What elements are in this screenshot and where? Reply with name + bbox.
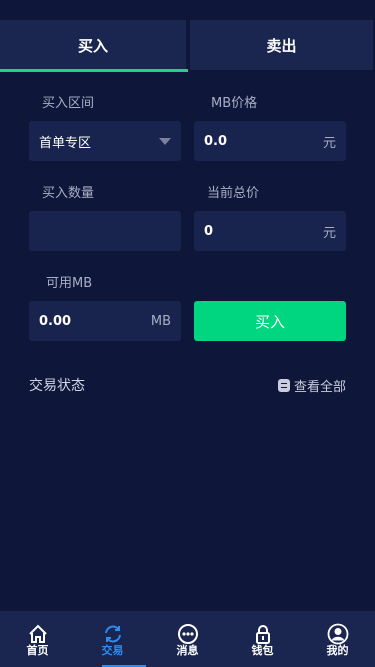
available-value: 0.00 [39, 313, 72, 329]
available-unit: MB [150, 313, 171, 329]
quantity-input[interactable] [29, 211, 181, 251]
nav-label-messages: 消息 [176, 644, 199, 657]
total-field: 0 元 [194, 211, 346, 251]
trade-status-title: 交易状态 [29, 378, 85, 394]
price-label: MB价格 [211, 96, 258, 111]
lock-icon [255, 625, 270, 644]
price-value: 0.0 [204, 133, 228, 149]
nav-label-wallet: 钱包 [251, 644, 274, 657]
total-unit: 元 [322, 225, 336, 241]
buy-button[interactable]: 买入 [194, 301, 346, 341]
document-icon [277, 379, 290, 392]
refresh-icon [104, 625, 121, 643]
available-field: 0.00 MB [29, 301, 181, 341]
nav-label-trade: 交易 [101, 644, 124, 657]
active-tab-indicator [0, 69, 188, 72]
range-select-value: 首单专区 [39, 135, 92, 151]
nav-label-home: 首页 [26, 644, 49, 657]
nav-item-profile[interactable]: 我的 [300, 611, 375, 667]
range-label: 买入区间 [42, 96, 95, 111]
nav-item-wallet[interactable]: 钱包 [225, 611, 300, 667]
bottom-nav: 首页 交易 消息 钱包 我的 [0, 611, 375, 667]
total-label: 当前总价 [207, 186, 260, 201]
nav-item-messages[interactable]: 消息 [150, 611, 225, 667]
view-all-link[interactable]: 查看全部 [277, 376, 346, 395]
total-value: 0 [204, 223, 214, 239]
nav-item-home[interactable]: 首页 [0, 611, 75, 667]
nav-item-trade[interactable]: 交易 [75, 611, 150, 667]
chevron-down-icon [159, 137, 171, 145]
price-field[interactable]: 0.0 元 [194, 121, 346, 161]
price-unit: 元 [322, 135, 336, 151]
tab-buy[interactable]: 买入 [0, 20, 186, 70]
quantity-label: 买入数量 [42, 186, 95, 201]
user-icon [327, 623, 348, 645]
trade-tabs: 买入 卖出 [0, 0, 375, 72]
range-select[interactable]: 首单专区 [29, 121, 181, 161]
tab-sell[interactable]: 卖出 [190, 20, 373, 70]
available-label: 可用MB [46, 276, 93, 291]
message-icon [177, 624, 198, 644]
home-icon [28, 624, 47, 643]
nav-label-profile: 我的 [326, 644, 349, 657]
view-all-label: 查看全部 [293, 380, 346, 395]
